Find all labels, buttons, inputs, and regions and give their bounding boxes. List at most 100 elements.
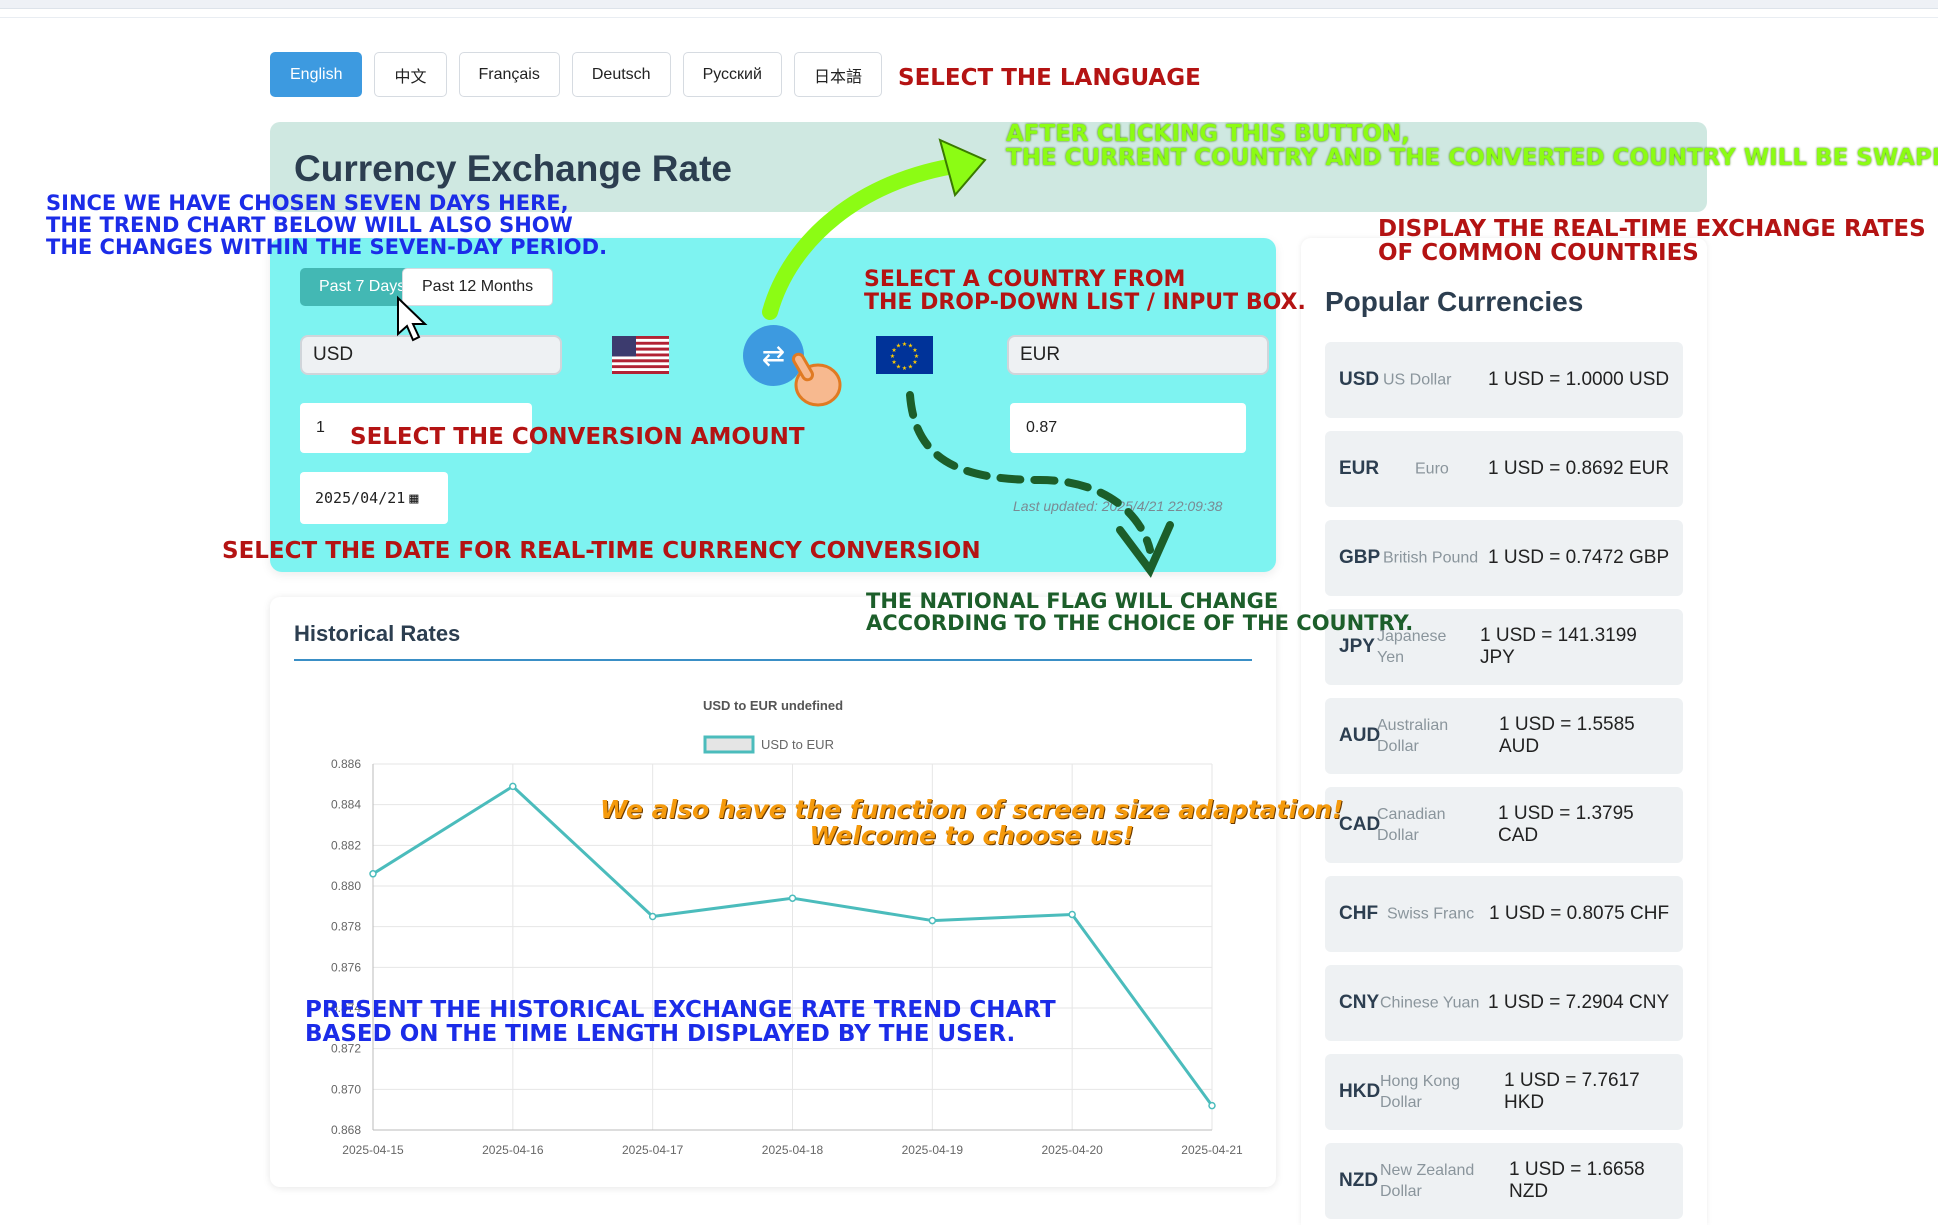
y-tick-label: 0.868: [331, 1123, 361, 1137]
data-point: [648, 912, 657, 921]
annotation-select-country: SELECT A COUNTRY FROM THE DROP-DOWN LIST…: [864, 267, 1306, 316]
y-tick-label: 0.876: [331, 960, 361, 974]
currency-card-nzd[interactable]: NZD New Zealand Dollar 1 USD = 1.6658 NZD: [1325, 1143, 1683, 1219]
currency-card-chf[interactable]: CHF Swiss Franc 1 USD = 0.8075 CHF: [1325, 876, 1683, 952]
currency-name: Swiss Franc: [1387, 905, 1475, 923]
y-tick-label: 0.878: [331, 920, 361, 934]
language-selector: English 中文 Français Deutsch Русский 日本語: [270, 52, 882, 97]
currency-rate-line: 1 USD = 0.8075 CHF: [1489, 903, 1670, 924]
language-button-russian[interactable]: Русский: [682, 52, 782, 97]
currency-name: Chinese Yuan: [1380, 994, 1480, 1012]
currency-rate-unit: NZD: [1509, 1181, 1549, 1202]
currency-card-aud[interactable]: AUD Australian Dollar 1 USD = 1.5585 AUD: [1325, 698, 1683, 774]
historical-rates-panel: Historical Rates USD to EUR undefined USD…: [270, 597, 1276, 1187]
x-tick-label: 2025-04-15: [342, 1143, 404, 1157]
currency-code: USD: [1339, 369, 1380, 390]
x-tick-label: 2025-04-20: [1041, 1143, 1103, 1157]
popular-currencies-title: Popular Currencies: [1325, 286, 1584, 317]
currency-rate-unit: HKD: [1504, 1092, 1545, 1113]
currency-code: HKD: [1339, 1081, 1381, 1102]
language-button-german[interactable]: Deutsch: [571, 52, 671, 97]
currency-card-hkd[interactable]: HKD Hong Kong Dollar 1 USD = 7.7617 HKD: [1325, 1054, 1683, 1130]
language-button-french[interactable]: Français: [458, 52, 560, 97]
currency-code: CNY: [1339, 992, 1380, 1013]
currency-card-cny[interactable]: CNY Chinese Yuan 1 USD = 7.2904 CNY: [1325, 965, 1683, 1041]
swap-arrows-icon: ⇄: [761, 340, 786, 371]
svg-text:★: ★: [902, 341, 907, 348]
currency-code: EUR: [1339, 458, 1380, 479]
annotation-conversion-amount: SELECT THE CONVERSION AMOUNT: [350, 424, 805, 450]
top-divider: [0, 17, 1938, 18]
currency-rate-line: 1 USD = 0.8692 EUR: [1488, 458, 1670, 479]
currency-code: AUD: [1339, 725, 1381, 746]
currency-rate-unit: JPY: [1480, 647, 1515, 668]
data-point: [509, 782, 517, 791]
currency-card-cad[interactable]: CAD Canadian Dollar 1 USD = 1.3795 CAD: [1325, 787, 1683, 863]
currency-rate: 1 USD = 0.8692 EUR: [1488, 458, 1669, 480]
popular-currencies-panel: Popular Currencies USD US Dollar 1 USD = 1…: [1301, 238, 1707, 1225]
y-tick-label: 0.882: [331, 838, 361, 852]
swap-currencies-button[interactable]: ⇄: [743, 325, 804, 386]
currency-rate-line: 1 USD = 0.7472 GBP: [1488, 547, 1670, 568]
data-point: [788, 894, 797, 902]
chart-title: USD to EUR undefined: [703, 698, 843, 713]
currency-rate-unit: CAD: [1498, 825, 1539, 846]
converted-amount-field: 0.87: [1010, 403, 1246, 453]
x-tick-label: 2025-04-16: [482, 1143, 544, 1157]
currency-name: Australian Dollar: [1377, 717, 1449, 755]
currency-rate-line: 1 USD = 7.7617: [1504, 1070, 1640, 1091]
language-button-japanese[interactable]: 日本語: [793, 52, 882, 97]
date-value: 2025/04/21: [315, 489, 406, 507]
x-tick-label: 2025-04-21: [1181, 1143, 1243, 1157]
svg-text:★: ★: [896, 343, 901, 350]
currency-name: US Dollar: [1383, 371, 1452, 389]
currency-card-gbp[interactable]: GBP British Pound 1 USD = 0.7472 GBP: [1325, 520, 1683, 596]
annotation-select-language: SELECT THE LANGUAGE: [898, 65, 1201, 91]
currency-rate: 1 USD = 7.7617 HKD: [1504, 1070, 1640, 1114]
currency-rate-line: 1 USD = 1.0000 USD: [1488, 369, 1670, 390]
from-currency-select[interactable]: USD: [300, 335, 562, 375]
y-tick-label: 0.880: [331, 879, 361, 893]
currency-rate: 1 USD = 141.3199 JPY: [1480, 625, 1637, 669]
last-updated-text: Last updated: 2025/4/21 22:09:38: [1013, 498, 1223, 514]
historical-rates-chart: USD to EUR undefined USD to EUR 0.886 0.884…: [331, 698, 1243, 1157]
data-point: [369, 870, 377, 878]
data-point: [1208, 1101, 1216, 1110]
currency-name: Canadian Dollar: [1377, 806, 1446, 844]
currency-name: Hong Kong Dollar: [1380, 1073, 1461, 1111]
legend-swatch: [703, 735, 755, 754]
calendar-icon[interactable]: ▦: [409, 489, 418, 507]
currency-name: British Pound: [1383, 549, 1479, 567]
currency-card-eur[interactable]: EUR Euro 1 USD = 0.8692 EUR: [1325, 431, 1683, 507]
x-tick-label: 2025-04-17: [622, 1143, 684, 1157]
currency-code: CHF: [1339, 903, 1379, 924]
date-input[interactable]: 2025/04/21 ▦: [300, 472, 448, 524]
svg-text:★: ★: [902, 365, 907, 372]
currency-rate: 1 USD = 1.0000 USD: [1488, 369, 1669, 391]
data-point: [1068, 910, 1076, 919]
language-button-chinese[interactable]: 中文: [374, 52, 447, 97]
data-point: [928, 916, 937, 925]
currency-rate-line: 1 USD = 1.5585: [1499, 714, 1635, 735]
x-tick-label: 2025-04-19: [902, 1143, 964, 1157]
currency-rate: 1 USD = 0.8075 CHF: [1489, 903, 1669, 925]
annotation-select-date: SELECT THE DATE FOR REAL-TIME CURRENCY C…: [222, 538, 981, 564]
svg-text:★: ★: [890, 353, 895, 360]
currency-rate: 1 USD = 1.5585 AUD: [1499, 714, 1635, 758]
currency-name: New Zealand Dollar: [1380, 1162, 1475, 1200]
annotation-realtime-rates: DISPLAY THE REAL-TIME EXCHANGE RATES OF …: [1378, 216, 1926, 267]
y-tick-label: 0.886: [331, 757, 361, 771]
to-currency-select[interactable]: EUR: [1007, 335, 1269, 375]
past-12-months-button[interactable]: Past 12 Months: [402, 268, 554, 306]
y-tick-label: 0.884: [331, 798, 361, 812]
currency-card-usd[interactable]: USD US Dollar 1 USD = 1.0000 USD: [1325, 342, 1683, 418]
svg-text:★: ★: [891, 359, 896, 366]
annotation-swap-note: AFTER CLICKING THIS BUTTON, THE CURRENT …: [1006, 121, 1938, 172]
annotation-seven-days: SINCE WE HAVE CHOSEN SEVEN DAYS HERE, TH…: [46, 191, 608, 260]
currency-rate: 1 USD = 1.3795 CAD: [1498, 803, 1634, 847]
currency-code: JPY: [1339, 636, 1375, 657]
x-tick-label: 2025-04-18: [762, 1143, 824, 1157]
language-button-english[interactable]: English: [270, 52, 363, 97]
currency-rate: 1 USD = 1.6658 NZD: [1509, 1159, 1645, 1203]
currency-name: Euro: [1415, 460, 1449, 478]
